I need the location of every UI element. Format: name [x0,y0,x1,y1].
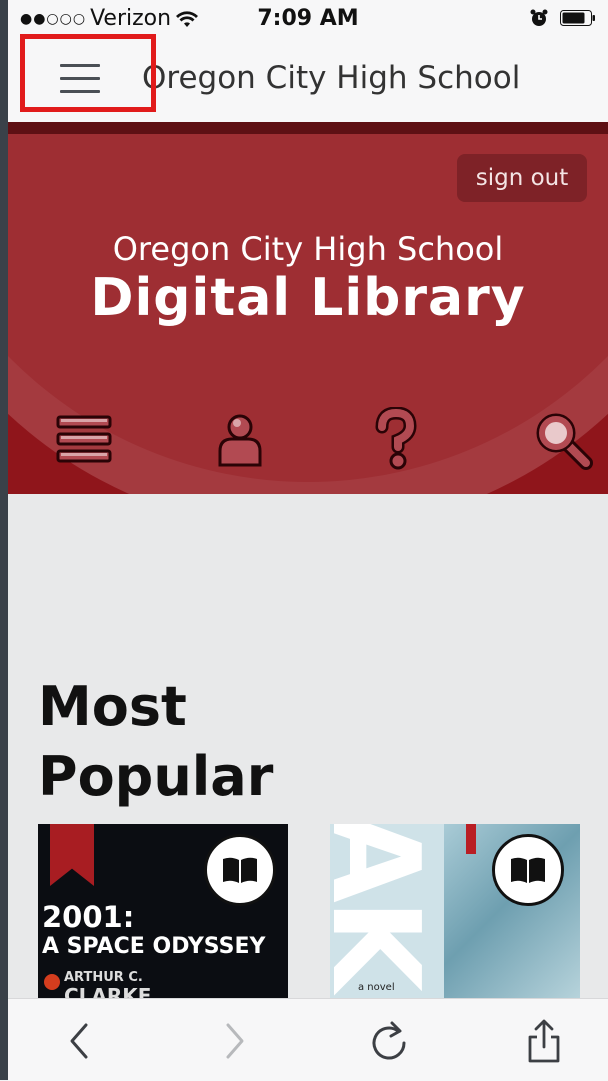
cover-small-text: a novel [358,982,395,993]
browser-toolbar [8,998,608,1081]
bookmark-ribbon-icon [50,824,94,886]
banner-nav-icons [8,397,608,487]
share-icon[interactable] [524,1019,564,1063]
read-book-button[interactable] [204,834,276,906]
cover-title: AK [330,824,444,988]
status-bar: ●●○○○ Verizon 7:09 AM [8,0,608,38]
banner-library-title: Digital Library [90,268,526,328]
back-icon[interactable] [60,1019,100,1063]
book-title-line2: A SPACE ODYSSEY [42,934,266,959]
open-book-icon [223,857,257,883]
book-author-first: ARTHUR C. [64,970,143,985]
banner-top-stripe [8,122,608,134]
help-icon[interactable] [364,407,428,471]
account-icon[interactable] [208,407,272,471]
open-book-icon [511,857,545,883]
forward-icon[interactable] [214,1019,254,1063]
sign-out-button[interactable]: sign out [457,154,587,202]
highlight-annotation [20,34,156,112]
clock: 7:09 AM [257,6,359,31]
book-card[interactable]: 2001: A SPACE ODYSSEY ARTHUR C. CLARKE [38,824,288,1000]
cover-decoration [466,824,476,854]
alarm-icon [530,9,548,26]
page-title: Oregon City High School [142,60,521,96]
banner-school-name: Oregon City High School [112,230,504,268]
reload-icon[interactable] [370,1019,410,1063]
battery-icon [560,10,595,26]
read-book-button[interactable] [492,834,564,906]
book-card[interactable]: AK a novel [330,824,580,1000]
section-title: Most Popular [38,675,274,808]
menu-icon[interactable] [52,407,116,471]
library-banner: sign out Oregon City High School Digital… [8,122,608,494]
left-edge-strip [0,0,8,1080]
book-title-line1: 2001: [42,900,135,934]
search-icon[interactable] [530,407,594,471]
main-content: Most Popular 2001: A SPACE ODYSSEY ARTHU… [8,494,608,1000]
cover-decoration [44,974,60,990]
